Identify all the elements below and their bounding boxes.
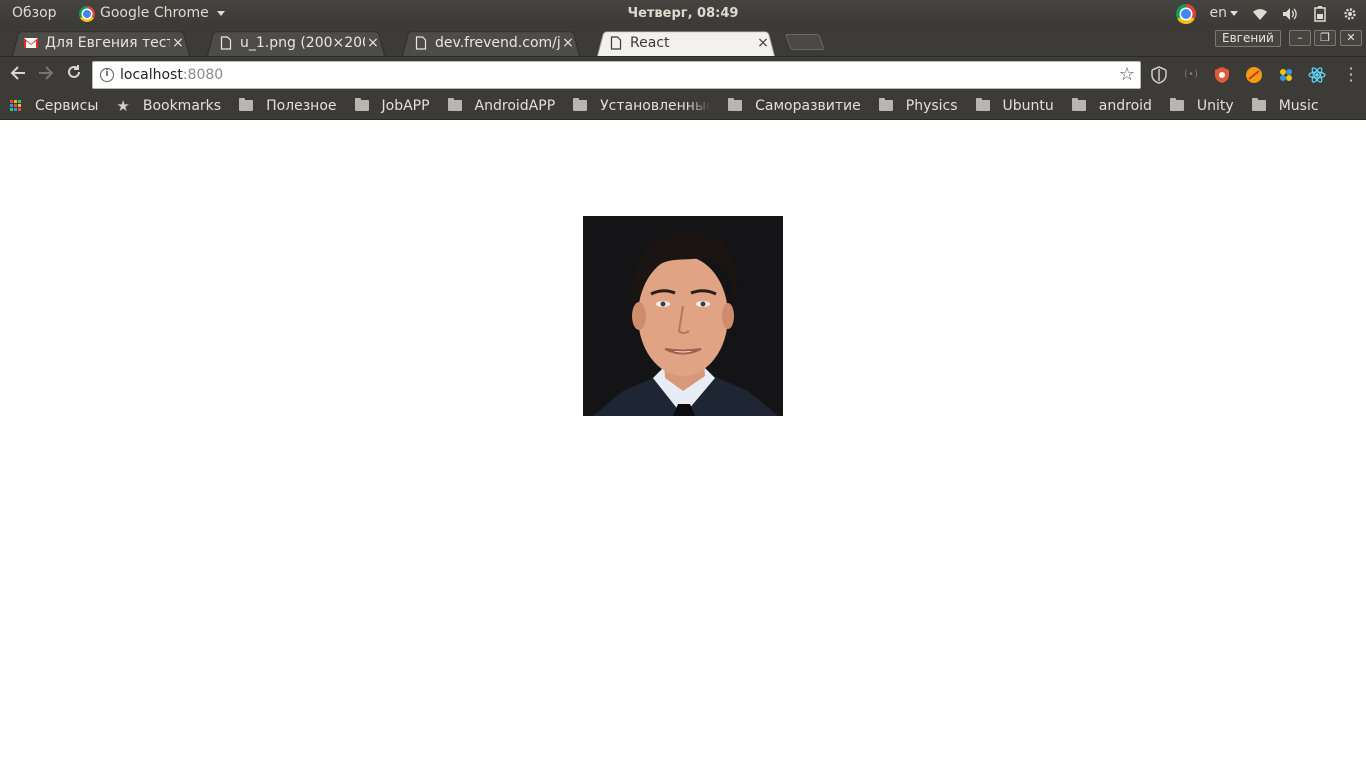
arrow-right-icon bbox=[39, 66, 54, 80]
adblock-extension-icon[interactable] bbox=[1213, 66, 1231, 84]
gear-icon[interactable] bbox=[1342, 6, 1358, 22]
profile-photo bbox=[583, 216, 783, 416]
bookmark-folder[interactable]: Unity bbox=[1169, 97, 1234, 114]
arrow-left-icon bbox=[10, 66, 25, 80]
address-bar[interactable]: i localhost:8080 ☆ bbox=[92, 61, 1141, 89]
shield-extension-icon[interactable] bbox=[1150, 66, 1168, 84]
gmail-icon bbox=[24, 37, 38, 48]
folder-icon bbox=[1071, 98, 1086, 111]
bookmark-folder[interactable]: Установленные bbox=[573, 98, 710, 114]
folder-icon bbox=[354, 98, 369, 111]
browser-toolbar: i localhost:8080 ☆ (•) · · · bbox=[0, 56, 1366, 92]
folder-icon bbox=[239, 98, 254, 111]
bookmark-label: Physics bbox=[905, 97, 958, 114]
bookmark-folder[interactable]: Ubuntu bbox=[975, 97, 1054, 114]
new-tab-button[interactable] bbox=[785, 34, 825, 50]
language-label: en bbox=[1209, 5, 1228, 21]
page-icon bbox=[220, 35, 232, 50]
minimize-button[interactable]: – bbox=[1289, 30, 1311, 46]
bookmark-label: JobAPP bbox=[381, 97, 430, 114]
forward-button[interactable] bbox=[34, 63, 58, 87]
system-tray: en bbox=[1175, 0, 1359, 27]
orange-extension-icon[interactable] bbox=[1245, 66, 1263, 84]
tab-close-button[interactable]: × bbox=[365, 35, 381, 51]
info-icon[interactable]: i bbox=[100, 68, 114, 82]
bookmark-folder[interactable]: Полезное bbox=[239, 97, 337, 114]
page-icon bbox=[610, 35, 622, 50]
tab-close-button[interactable]: × bbox=[170, 35, 186, 51]
bookmark-label: Ubuntu bbox=[1002, 97, 1054, 114]
bookmark-label: Сервисы bbox=[35, 97, 99, 114]
bookmark-label: Саморазвитие bbox=[755, 97, 861, 114]
bookmark-bookmarks[interactable]: ★ Bookmarks bbox=[116, 97, 221, 115]
bookmark-star-icon[interactable]: ☆ bbox=[1119, 64, 1135, 85]
url-port: :8080 bbox=[182, 67, 224, 83]
bookmark-label: Установленные bbox=[600, 97, 711, 114]
bookmark-apps[interactable]: Сервисы bbox=[10, 98, 98, 114]
tab-title: React bbox=[630, 34, 670, 51]
close-window-button[interactable]: ✕ bbox=[1340, 30, 1362, 46]
bookmarks-bar: Сервисы ★ Bookmarks Полезное JobAPP Andr… bbox=[0, 92, 1366, 120]
clock[interactable]: Четверг, 08:49 bbox=[0, 0, 1366, 27]
volume-icon[interactable] bbox=[1282, 6, 1298, 22]
tab-react[interactable]: React × bbox=[591, 29, 781, 56]
bookmark-folder[interactable]: Music bbox=[1251, 97, 1319, 114]
folder-icon bbox=[447, 98, 462, 111]
profile-button[interactable]: Евгений bbox=[1215, 30, 1281, 47]
bookmark-label: Полезное bbox=[266, 97, 337, 114]
tab-title: dev.frevend.com/js bbox=[435, 34, 560, 51]
reload-button[interactable] bbox=[62, 63, 86, 87]
folder-icon bbox=[728, 98, 743, 111]
wifi-icon[interactable] bbox=[1252, 6, 1268, 22]
bookmark-folder[interactable]: JobAPP bbox=[354, 97, 430, 114]
bookmark-label: Music bbox=[1278, 97, 1319, 114]
bookmark-label: android bbox=[1098, 97, 1152, 114]
bookmark-label: Bookmarks bbox=[142, 97, 222, 114]
tab-close-button[interactable]: × bbox=[755, 35, 771, 51]
tab-gmail[interactable]: Для Евгения тестов × bbox=[6, 29, 196, 56]
back-button[interactable] bbox=[6, 63, 30, 87]
restore-button[interactable]: ❐ bbox=[1314, 30, 1336, 46]
bookmark-folder[interactable]: AndroidAPP bbox=[447, 97, 556, 114]
chrome-menu-icon[interactable]: · · · bbox=[1348, 61, 1354, 89]
tab-image[interactable]: u_1.png (200×200) × bbox=[201, 29, 391, 56]
keyboard-language[interactable]: en bbox=[1209, 0, 1238, 27]
folder-icon bbox=[975, 98, 990, 111]
tab-close-button[interactable]: × bbox=[560, 35, 576, 51]
folder-icon bbox=[1251, 98, 1266, 111]
reload-icon bbox=[68, 65, 80, 78]
tab-frevend[interactable]: dev.frevend.com/js × bbox=[396, 29, 586, 56]
bookmark-label: AndroidAPP bbox=[474, 97, 556, 114]
bookmark-folder[interactable]: android bbox=[1071, 97, 1152, 114]
url-host: localhost bbox=[120, 67, 183, 83]
page-icon bbox=[415, 35, 427, 50]
chevron-down-icon bbox=[1230, 10, 1238, 16]
tab-title: Для Евгения тестов bbox=[45, 34, 170, 51]
bookmark-folder[interactable]: Саморазвитие bbox=[728, 98, 861, 114]
portrait-image bbox=[583, 216, 783, 416]
folder-icon bbox=[878, 98, 893, 111]
color-picker-extension-icon[interactable] bbox=[1277, 66, 1295, 84]
react-devtools-icon[interactable] bbox=[1308, 66, 1326, 84]
chrome-indicator-icon[interactable] bbox=[1175, 3, 1196, 24]
tab-title: u_1.png (200×200) bbox=[240, 34, 365, 51]
star-icon: ★ bbox=[116, 96, 130, 115]
bookmark-label: Unity bbox=[1196, 97, 1234, 114]
folder-icon bbox=[573, 98, 588, 111]
tab-strip: Для Евгения тестов × u_1.png (200×200) ×… bbox=[0, 27, 1366, 56]
page-viewport bbox=[0, 120, 1366, 768]
ubuntu-top-panel: Обзор Google Chrome Четверг, 08:49 en bbox=[0, 0, 1366, 27]
folder-icon bbox=[1169, 98, 1184, 111]
bookmark-folder[interactable]: Physics bbox=[878, 97, 958, 114]
wifi-extension-icon[interactable]: (•) bbox=[1182, 66, 1200, 84]
apps-grid-icon bbox=[10, 100, 21, 111]
battery-icon[interactable] bbox=[1312, 5, 1328, 22]
